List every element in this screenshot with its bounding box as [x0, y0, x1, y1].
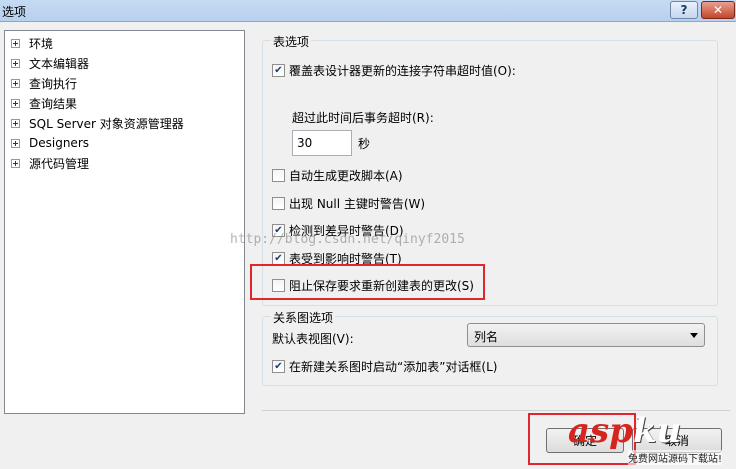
- chevron-down-icon: [690, 333, 698, 338]
- title-bar: 选项 ? ✕: [0, 0, 736, 22]
- launch-add-table-checkbox[interactable]: ✔ 在新建关系图时启动“添加表”对话框(L): [272, 358, 497, 375]
- dialog-client-area: 环境 文本编辑器 查询执行 查询结果 SQL Server 对象资源管理器 De…: [0, 22, 736, 469]
- table-options-title: 表选项: [271, 33, 312, 50]
- expand-icon[interactable]: [11, 78, 20, 88]
- checkbox-unchecked-icon[interactable]: [272, 169, 285, 182]
- auto-generate-scripts-label: 自动生成更改脚本(A): [289, 169, 403, 183]
- help-icon: ?: [680, 3, 688, 17]
- highlight-box: [250, 264, 485, 300]
- tree-item-designers[interactable]: Designers: [11, 133, 89, 153]
- expand-icon[interactable]: [11, 58, 20, 68]
- tree-item-query-execution[interactable]: 查询执行: [11, 73, 77, 93]
- timeout-input[interactable]: 30: [292, 130, 352, 156]
- diagram-options-title: 关系图选项: [271, 309, 336, 326]
- override-timeout-checkbox[interactable]: ✔ 覆盖表设计器更新的连接字符串超时值(O):: [272, 62, 516, 79]
- expand-icon[interactable]: [11, 138, 20, 148]
- checkbox-checked-icon[interactable]: ✔: [272, 64, 285, 77]
- options-tree[interactable]: 环境 文本编辑器 查询执行 查询结果 SQL Server 对象资源管理器 De…: [4, 30, 245, 414]
- launch-add-table-label: 在新建关系图时启动“添加表”对话框(L): [289, 360, 498, 374]
- help-button[interactable]: ?: [670, 1, 698, 19]
- tree-item-label: 查询执行: [29, 76, 78, 91]
- default-view-select[interactable]: 列名: [467, 323, 705, 347]
- tree-item-label: 文本编辑器: [29, 56, 90, 71]
- tree-item-label: 环境: [29, 36, 54, 51]
- tree-item-label: 源代码管理: [29, 156, 90, 171]
- checkbox-checked-icon[interactable]: ✔: [272, 360, 285, 373]
- auto-generate-scripts-checkbox[interactable]: 自动生成更改脚本(A): [272, 167, 403, 184]
- tree-item-text-editor[interactable]: 文本编辑器: [11, 53, 89, 73]
- window-title: 选项: [2, 5, 27, 19]
- expand-icon[interactable]: [11, 38, 20, 48]
- tree-item-source-control[interactable]: 源代码管理: [11, 153, 89, 173]
- tree-item-label: SQL Server 对象资源管理器: [29, 116, 184, 131]
- default-view-label: 默认表视图(V):: [272, 332, 354, 346]
- checkbox-unchecked-icon[interactable]: [272, 197, 285, 210]
- null-pk-warning-checkbox[interactable]: 出现 Null 主键时警告(W): [272, 195, 425, 212]
- tree-item-sql-server-object-explorer[interactable]: SQL Server 对象资源管理器: [11, 113, 184, 133]
- close-button[interactable]: ✕: [701, 1, 735, 19]
- expand-icon[interactable]: [11, 98, 20, 108]
- null-pk-warning-label: 出现 Null 主键时警告(W): [289, 197, 426, 211]
- watermark-text: http://blog.csdn.net/qinyf2015: [230, 232, 465, 247]
- expand-icon[interactable]: [11, 158, 20, 168]
- aspku-logo: aspku: [568, 411, 682, 451]
- tree-item-environment[interactable]: 环境: [11, 33, 53, 53]
- timeout-label: 超过此时间后事务超时(R):: [292, 111, 434, 125]
- tree-item-query-results[interactable]: 查询结果: [11, 93, 77, 113]
- close-icon: ✕: [712, 3, 724, 17]
- override-timeout-label: 覆盖表设计器更新的连接字符串超时值(O):: [289, 64, 516, 78]
- default-view-value: 列名: [474, 330, 499, 344]
- timeout-unit: 秒: [358, 137, 371, 151]
- aspku-tagline: 免费网站源码下载站!: [628, 450, 723, 465]
- expand-icon[interactable]: [11, 118, 20, 128]
- tree-item-label: 查询结果: [29, 96, 78, 111]
- tree-item-label: Designers: [29, 136, 89, 150]
